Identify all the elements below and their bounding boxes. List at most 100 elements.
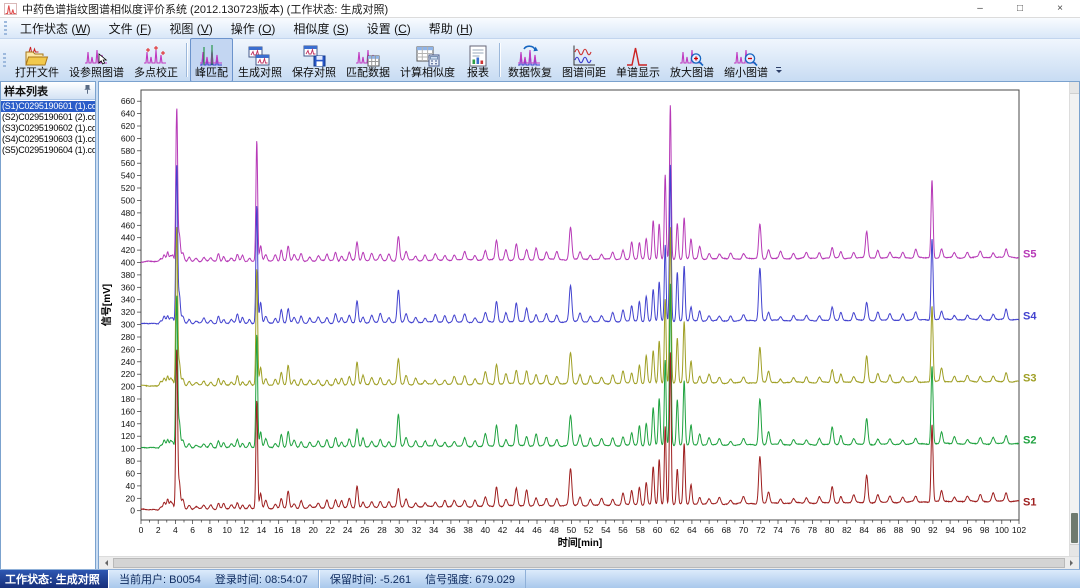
menu-file[interactable]: 文件 (F) [100,18,161,39]
open-file-icon [24,43,50,67]
toolbar-button-multi-point-correction[interactable]: 多点校正 [129,38,183,82]
svg-text:62: 62 [670,525,680,535]
svg-text:26: 26 [360,525,370,535]
svg-text:140: 140 [121,419,135,429]
svg-text:40: 40 [481,525,491,535]
svg-text:360: 360 [121,282,135,292]
work-state-status: 工作状态: 生成对照 [0,570,108,588]
title-bar: 中药色谱指纹图谱相似度评价系统 (2012.130723版本) (工作状态: 生… [0,0,1080,18]
close-button[interactable]: × [1040,0,1080,17]
menubar-grip-handle[interactable] [4,21,7,35]
toolbar-button-peak-match[interactable]: 峰匹配 [190,38,233,82]
svg-text:S2: S2 [1023,435,1036,447]
svg-text:68: 68 [722,525,732,535]
status-field: 信号强度: 679.029 [425,571,515,587]
svg-text:60: 60 [126,469,136,479]
sample-list-item[interactable]: (S2)C0295190601 (2).cdf [1,112,95,123]
sample-list-title: 样本列表 [4,83,48,99]
sample-list-item[interactable]: (S3)C0295190602 (1).cdf [1,123,95,134]
svg-text:6: 6 [190,525,195,535]
toolbar-button-zoom-out[interactable]: 缩小图谱 [719,38,773,82]
maximize-button[interactable]: □ [1000,0,1040,17]
sample-list-item[interactable]: (S1)C0295190601 (1).cdf [1,101,95,112]
svg-text:28: 28 [377,525,387,535]
horizontal-scroll-track[interactable] [113,557,1065,569]
save-reference-icon [301,43,327,67]
svg-text:660: 660 [121,96,135,106]
menu-view[interactable]: 视图 (V) [160,18,221,39]
scroll-up-arrow[interactable] [1070,82,1079,94]
toolbar-button-zoom-in[interactable]: 放大图谱 [665,38,719,82]
toolbar-overflow-button[interactable] [774,40,783,80]
svg-text:340: 340 [121,295,135,305]
scroll-left-arrow[interactable] [99,557,113,569]
scroll-down-arrow[interactable] [1070,544,1079,556]
svg-text:S5: S5 [1023,249,1036,261]
vertical-scroll-thumb[interactable] [1071,513,1078,543]
svg-text:180: 180 [121,394,135,404]
menu-settings[interactable]: 设置 (C) [358,18,420,39]
menu-workstate[interactable]: 工作状态 (W) [11,18,100,39]
svg-text:540: 540 [121,171,135,181]
svg-text:S1: S1 [1023,497,1036,509]
toolbar-button-label: 图谱间距 [562,67,606,80]
svg-text:260: 260 [121,344,135,354]
svg-text:30: 30 [394,525,404,535]
horizontal-scroll-thumb[interactable] [113,558,1065,568]
sample-list-item[interactable]: (S5)C0295190604 (1).cdf [1,145,95,156]
horizontal-scrollbar[interactable] [99,556,1079,569]
toolbar-button-match-data[interactable]: 匹配数据 [341,38,395,82]
toolbar-button-report[interactable]: 报表 [460,38,496,82]
toolbar-button-spectra-spacing[interactable]: 图谱间距 [557,38,611,82]
svg-text:50: 50 [567,525,577,535]
report-icon [465,43,491,67]
svg-text:36: 36 [446,525,456,535]
menu-bar: 工作状态 (W)文件 (F)视图 (V)操作 (O)相似度 (S)设置 (C)帮… [0,18,1080,39]
toolbar-button-single-display[interactable]: 单谱显示 [611,38,665,82]
svg-text:38: 38 [463,525,473,535]
toolbar-button-label: 峰匹配 [195,67,228,80]
minimize-button[interactable]: – [960,0,1000,17]
menu-similarity[interactable]: 相似度 (S) [284,18,357,39]
svg-text:98: 98 [980,525,990,535]
svg-text:560: 560 [121,158,135,168]
svg-text:S4: S4 [1023,311,1037,323]
toolbar-button-save-reference[interactable]: 保存对照 [287,38,341,82]
window-controls: –□× [960,0,1080,17]
svg-text:0: 0 [130,506,135,516]
svg-text:640: 640 [121,109,135,119]
toolbar-button-label: 生成对照 [238,67,282,80]
toolbar-button-data-restore[interactable]: 数据恢复 [503,38,557,82]
menu-help[interactable]: 帮助 (H) [420,18,482,39]
pin-icon[interactable] [83,82,92,100]
svg-text:64: 64 [687,525,697,535]
svg-text:16: 16 [274,525,284,535]
svg-text:60: 60 [653,525,663,535]
scroll-right-arrow[interactable] [1065,557,1079,569]
plot-host: 0246810121416182022242628303234363840424… [99,82,1067,562]
svg-text:18: 18 [291,525,301,535]
zoom-out-icon [733,43,759,67]
svg-text:76: 76 [790,525,800,535]
toolbar-button-calc-similarity[interactable]: 计算相似度 [395,38,460,82]
status-bar: 工作状态: 生成对照 当前用户: B0054登录时间: 08:54:07 保留时… [0,569,1080,588]
menu-operate[interactable]: 操作 (O) [222,18,285,39]
status-field: 保留时间: -5.261 [330,571,411,587]
svg-text:24: 24 [343,525,353,535]
svg-text:0: 0 [139,525,144,535]
svg-text:32: 32 [412,525,422,535]
svg-text:44: 44 [515,525,525,535]
svg-text:620: 620 [121,121,135,131]
svg-text:120: 120 [121,431,135,441]
svg-text:22: 22 [326,525,336,535]
vertical-scrollbar[interactable] [1069,82,1079,556]
sample-list: (S1)C0295190601 (1).cdf(S2)C0295190601 (… [1,100,95,569]
toolbar-button-open-file[interactable]: 打开文件 [10,38,64,82]
svg-text:78: 78 [808,525,818,535]
toolbar-grip-handle[interactable] [3,53,6,67]
toolbar-button-set-reference[interactable]: 设参照图谱 [64,38,129,82]
svg-text:72: 72 [756,525,766,535]
sample-list-item[interactable]: (S4)C0295190603 (1).cdf [1,134,95,145]
chart-panel: 0246810121416182022242628303234363840424… [98,81,1080,570]
toolbar-button-generate-reference[interactable]: 生成对照 [233,38,287,82]
